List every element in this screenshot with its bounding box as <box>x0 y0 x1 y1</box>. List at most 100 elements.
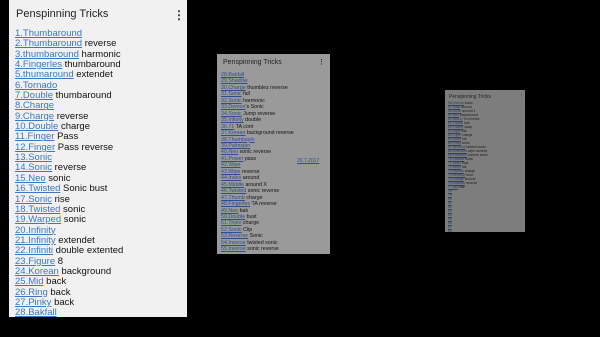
trick-text: sonic <box>61 214 86 226</box>
date-stamp[interactable]: 20.7.2017 <box>297 158 319 164</box>
trick-link[interactable]: 20.Infinity <box>15 225 56 236</box>
trick-text: pass <box>243 155 257 162</box>
list-item: 88 <box>448 229 488 232</box>
trick-link[interactable]: 53.Reverse <box>221 233 248 239</box>
trick-link[interactable]: 52.Sonic <box>221 227 242 233</box>
trick-text: reverse <box>464 181 478 185</box>
trick-link[interactable]: 18.Twisted <box>15 204 60 215</box>
trick-link[interactable]: 36.71 <box>221 124 234 130</box>
trick-link[interactable]: 48.Fingerles <box>221 201 250 207</box>
trick-link[interactable]: 41.Power <box>221 156 243 162</box>
trick-link[interactable]: 24.Korean <box>15 266 59 277</box>
trick-link[interactable]: 54.Inverse <box>221 240 246 246</box>
trick-text: Sonic <box>248 233 263 240</box>
trick-link[interactable]: 35.Infinity <box>221 117 244 123</box>
trick-link[interactable]: 8.Charge <box>15 100 54 111</box>
more-vert-icon[interactable]: ⋮ <box>318 58 325 66</box>
trick-text: twisted sonic <box>245 239 278 246</box>
trick-link[interactable]: 25.Mid <box>15 276 44 287</box>
trick-link[interactable]: 13.Sonic <box>15 152 52 163</box>
trick-link[interactable]: 21.Infinity <box>15 235 56 246</box>
trick-text: 's Sonic <box>245 104 264 111</box>
list-item: 55.Inverse sonic reverse <box>221 246 294 252</box>
trick-link[interactable]: 6.Tornado <box>15 80 57 91</box>
trick-link[interactable]: 2.Thumbaround <box>15 38 82 49</box>
trick-link[interactable]: 7.Double <box>15 90 53 101</box>
more-vert-icon[interactable]: ⋮ <box>519 93 524 99</box>
trick-link[interactable]: 30.Charge <box>221 85 246 91</box>
trick-text: reverse <box>51 162 87 174</box>
trick-link[interactable]: 3.thumbaround <box>15 49 79 60</box>
trick-text: harmonic <box>78 48 121 60</box>
trick-link[interactable]: 19.Warped <box>15 214 61 225</box>
trick-link[interactable]: 46.Twisted <box>221 188 246 194</box>
trick-link[interactable]: 51.Triple <box>221 220 241 226</box>
trick-link[interactable]: 29.Shadow <box>221 78 248 84</box>
trick-text: bust <box>245 213 257 220</box>
trick-link[interactable]: 45.Middle <box>221 182 244 188</box>
trick-link[interactable]: 11.Finger <box>15 131 54 142</box>
trick-link[interactable]: 47.Thumb <box>221 195 245 201</box>
trick-link[interactable]: 44.Index <box>221 175 241 181</box>
notes-card-main[interactable]: Penspinning Tricks ⋮ 1.Thumbaround 2.Thum… <box>9 0 187 317</box>
trick-link[interactable]: 34.Sonic <box>221 111 242 117</box>
trick-text: rise <box>51 193 70 205</box>
trick-text: sonic reverse <box>246 188 280 195</box>
trick-link[interactable]: 38.Thumbspin <box>221 137 255 143</box>
trick-link[interactable]: 39.Palmspin <box>221 143 250 149</box>
trick-link[interactable]: 49.Neo <box>221 208 238 214</box>
trick-text: background <box>58 265 112 277</box>
trick-link[interactable]: 28.Bakfall <box>15 307 57 317</box>
trick-text: TA reverse <box>250 201 277 208</box>
trick-link[interactable]: 40.Neo <box>221 149 238 155</box>
trick-text: Clip <box>241 226 253 233</box>
trick-link[interactable]: 22.Infiniti <box>15 245 53 256</box>
trick-link[interactable]: 14.Sonic <box>15 162 52 173</box>
trick-text: charge <box>58 121 90 133</box>
trick-link[interactable]: 42.Wipe <box>221 162 240 168</box>
trick-text: Pass reverse <box>55 141 114 153</box>
trick-text: sonic <box>60 203 86 215</box>
trick-link[interactable]: 26.Ring <box>15 287 48 298</box>
trick-text: fall <box>241 91 250 98</box>
trick-link[interactable]: 4.Fingerles <box>15 59 62 70</box>
trick-link[interactable]: 43.Wipe <box>221 169 240 175</box>
trick-link[interactable]: 23.Figure <box>15 256 55 267</box>
trick-text: background reverse <box>245 130 294 137</box>
trick-text: 8 <box>55 255 64 267</box>
trick-link[interactable]: 88 <box>448 229 452 232</box>
trick-link[interactable]: 50.Double <box>221 214 245 220</box>
trick-text: sonic reverse <box>238 149 272 156</box>
trick-link[interactable]: 31.Sonic <box>221 91 242 97</box>
page-title: Penspinning Tricks <box>16 8 109 20</box>
trick-link[interactable]: 32.Sonic <box>221 98 242 104</box>
trick-link[interactable]: 28.Bakfall <box>221 72 244 78</box>
trick-link[interactable]: 10.Double <box>15 121 58 132</box>
trick-text: extendet <box>73 69 113 81</box>
trick-text: TA cont <box>234 123 254 130</box>
trick-text: bak <box>458 185 465 189</box>
trick-text: sonic reverse <box>245 246 279 253</box>
trick-link[interactable]: 37.Korean <box>221 130 245 136</box>
list-item: 28.Bakfall <box>15 308 123 317</box>
trick-text: bak <box>238 207 249 214</box>
trick-text: Jump reverse <box>241 110 276 117</box>
trick-link[interactable]: 5.thumaround <box>15 69 74 80</box>
trick-link[interactable]: 9.Charge <box>15 111 54 122</box>
trick-link[interactable]: 55.Inverse <box>221 246 246 252</box>
trick-link[interactable]: 1.Thumbaround <box>15 28 82 39</box>
page-title: Penspinning Tricks <box>223 59 282 66</box>
notes-card-right[interactable]: Penspinning Tricks ⋮ 56.Inverse sonic 57.… <box>445 90 525 232</box>
trick-text: charge <box>241 220 260 227</box>
trick-text: double <box>243 117 262 124</box>
trick-link[interactable]: 16.Twisted <box>15 183 60 194</box>
trick-link[interactable]: 17.Sonic <box>15 194 52 205</box>
more-vert-icon[interactable]: ⋮ <box>173 8 185 22</box>
trick-link[interactable]: 33.Demon <box>221 104 245 110</box>
notes-card-middle[interactable]: Penspinning Tricks ⋮ 28.Bakfall 29.Shadow… <box>217 54 330 254</box>
trick-link[interactable]: 12.Finger <box>15 142 55 153</box>
trick-text: thumbaround <box>53 90 112 102</box>
trick-text: sonic <box>45 172 71 184</box>
trick-link[interactable]: 27.Pinky <box>15 297 51 308</box>
trick-link[interactable]: 15.Neo <box>15 173 46 184</box>
